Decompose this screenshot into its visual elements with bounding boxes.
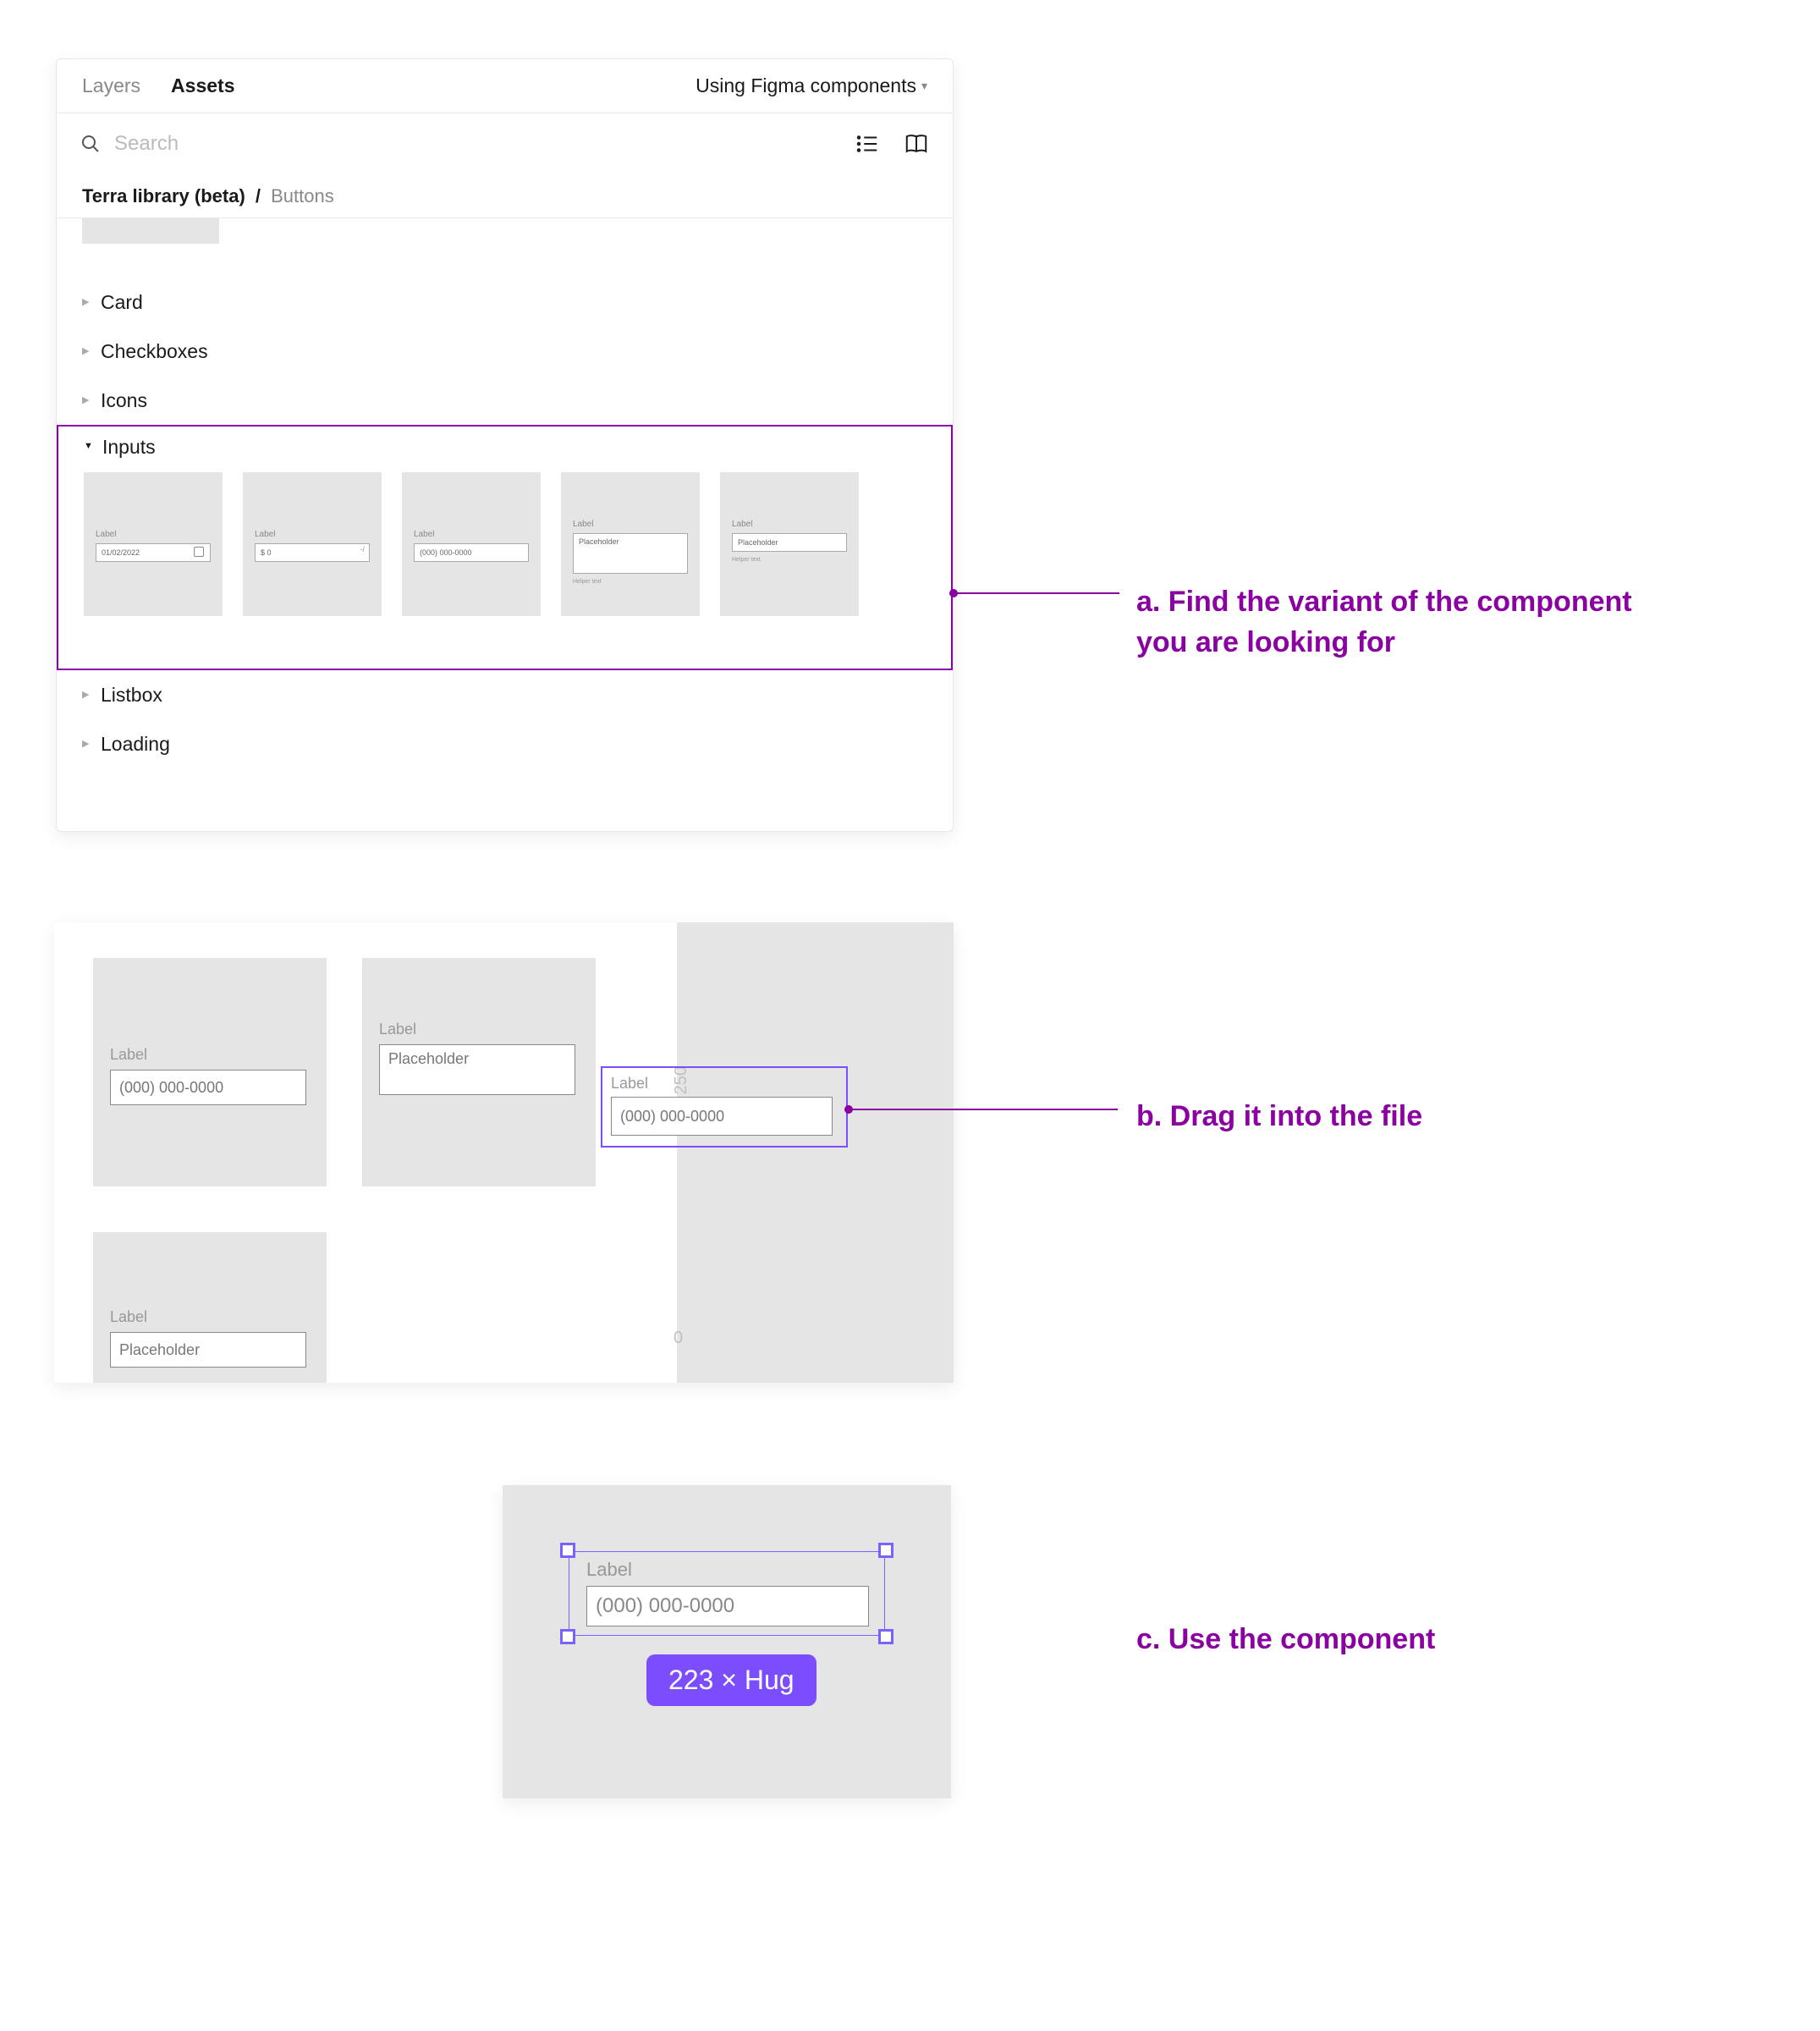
- assets-panel: Layers Assets Using Figma components ▾: [56, 58, 954, 832]
- selection-handle-top-left[interactable]: [560, 1543, 575, 1558]
- searchbar: [57, 113, 953, 174]
- breadcrumb-page[interactable]: Buttons: [271, 185, 334, 207]
- tree-item-loading[interactable]: ▶ Loading: [82, 719, 927, 768]
- mini-input: Placeholder: [110, 1332, 306, 1368]
- mini-input: Placeholder: [732, 533, 847, 552]
- asset-tile-money-input[interactable]: Label $ 0 -/: [243, 472, 382, 616]
- chevron-down-icon: ▼: [84, 441, 102, 451]
- pages-dropdown-label: Using Figma components: [696, 74, 916, 97]
- annotation-b: b. Drag it into the file: [1136, 1097, 1661, 1137]
- tree-item-checkboxes[interactable]: ▶ Checkboxes: [82, 327, 927, 376]
- annotation-connector: [954, 592, 1119, 594]
- mini-label: Label: [414, 530, 434, 539]
- tree-item-card[interactable]: ▶ Card: [82, 278, 927, 327]
- mini-input: Placeholder: [573, 533, 688, 574]
- chevron-right-icon: ▶: [82, 689, 101, 700]
- asset-tile-stub[interactable]: [82, 218, 219, 244]
- stepper-icon: -/: [360, 545, 366, 553]
- panel-body: ▶ Card ▶ Checkboxes ▶ Icons ▼ Inputs Lab…: [57, 218, 953, 768]
- selection-size-badge: 223 × Hug: [646, 1654, 817, 1706]
- annotation-a: a. Find the variant of the component you…: [1136, 582, 1661, 663]
- mini-label: Label: [96, 530, 116, 539]
- canvas-frame[interactable]: 250 0: [677, 922, 954, 1383]
- asset-tile-grid: Label 01/02/2022 Label $ 0 -/ Label (000…: [84, 472, 926, 616]
- tabbar: Layers Assets Using Figma components ▾: [57, 59, 953, 113]
- dragged-component-instance[interactable]: Label (000) 000-0000: [601, 1066, 848, 1148]
- library-book-icon[interactable]: [904, 131, 929, 157]
- annotation-c: c. Use the component: [1136, 1620, 1661, 1660]
- breadcrumb-separator: /: [250, 185, 266, 207]
- mini-label: Label: [573, 520, 593, 529]
- asset-tile-textarea[interactable]: Label Placeholder Helper text: [561, 472, 700, 616]
- tree-item-listbox[interactable]: ▶ Listbox: [82, 670, 927, 719]
- search-icon: [80, 134, 101, 154]
- tab-layers[interactable]: Layers: [82, 74, 140, 97]
- tree-label: Inputs: [102, 436, 156, 459]
- asset-tile-phone-input[interactable]: Label (000) 000-0000: [402, 472, 541, 616]
- chevron-right-icon: ▶: [82, 738, 101, 749]
- mini-input: $ 0: [255, 543, 370, 562]
- selection-handle-top-right[interactable]: [878, 1543, 894, 1558]
- mini-label: Label: [732, 520, 752, 529]
- tree-item-inputs[interactable]: ▼ Inputs: [84, 427, 926, 467]
- mini-label: Label: [255, 530, 275, 539]
- mini-label: Label: [379, 1021, 416, 1038]
- list-view-icon[interactable]: [855, 131, 880, 157]
- asset-tile-textarea[interactable]: Label Placeholder: [362, 958, 596, 1186]
- annotation-connector: [849, 1109, 1118, 1110]
- tree-item-icons[interactable]: ▶ Icons: [82, 376, 927, 425]
- chevron-down-icon: ▾: [921, 79, 927, 93]
- mini-helper: Helper text: [573, 579, 602, 585]
- mini-input: (000) 000-0000: [586, 1586, 869, 1626]
- chevron-right-icon: ▶: [82, 296, 101, 307]
- mini-label: Label: [110, 1308, 147, 1326]
- chevron-right-icon: ▶: [82, 345, 101, 356]
- mini-label: Label: [611, 1075, 648, 1093]
- mini-input: (000) 000-0000: [414, 543, 529, 562]
- pages-dropdown[interactable]: Using Figma components ▾: [696, 74, 927, 97]
- mini-label: Label: [110, 1046, 147, 1064]
- selected-component-instance[interactable]: Label (000) 000-0000: [569, 1551, 885, 1636]
- asset-tile-date-input[interactable]: Label 01/02/2022: [84, 472, 223, 616]
- canvas-panel: Label (000) 000-0000 Label Placeholder L…: [54, 922, 954, 1383]
- mini-input: Placeholder: [379, 1044, 575, 1095]
- tree-label: Icons: [101, 389, 147, 412]
- tree-section-inputs: ▼ Inputs Label 01/02/2022 Label $ 0 -/: [57, 425, 953, 670]
- chevron-right-icon: ▶: [82, 394, 101, 405]
- selection-handle-bottom-left[interactable]: [560, 1629, 575, 1644]
- canvas-left: Label (000) 000-0000 Label Placeholder L…: [54, 922, 659, 1383]
- mini-input: (000) 000-0000: [611, 1097, 833, 1136]
- mini-label: Label: [586, 1559, 632, 1581]
- stage: Layers Assets Using Figma components ▾: [0, 0, 1820, 2031]
- mini-input: (000) 000-0000: [110, 1070, 306, 1105]
- breadcrumb: Terra library (beta) / Buttons: [57, 174, 953, 218]
- tab-assets[interactable]: Assets: [171, 74, 234, 97]
- asset-tile-text-input[interactable]: Label Placeholder Helper text: [720, 472, 859, 616]
- asset-tile-phone-input[interactable]: Label (000) 000-0000: [93, 958, 327, 1186]
- asset-tile-text-input[interactable]: Label Placeholder: [93, 1232, 327, 1383]
- breadcrumb-library[interactable]: Terra library (beta): [82, 185, 245, 207]
- mini-helper: Helper text: [732, 557, 761, 563]
- selection-handle-bottom-right[interactable]: [878, 1629, 894, 1644]
- tree-label: Listbox: [101, 684, 162, 707]
- search-input[interactable]: [113, 131, 831, 157]
- tree-label: Loading: [101, 733, 170, 756]
- frame-dimension-label: 0: [674, 1329, 683, 1348]
- tree-label: Card: [101, 291, 143, 314]
- selected-component-panel: Label (000) 000-0000 223 × Hug: [503, 1485, 951, 1798]
- calendar-icon: [194, 547, 204, 557]
- tree-label: Checkboxes: [101, 340, 208, 363]
